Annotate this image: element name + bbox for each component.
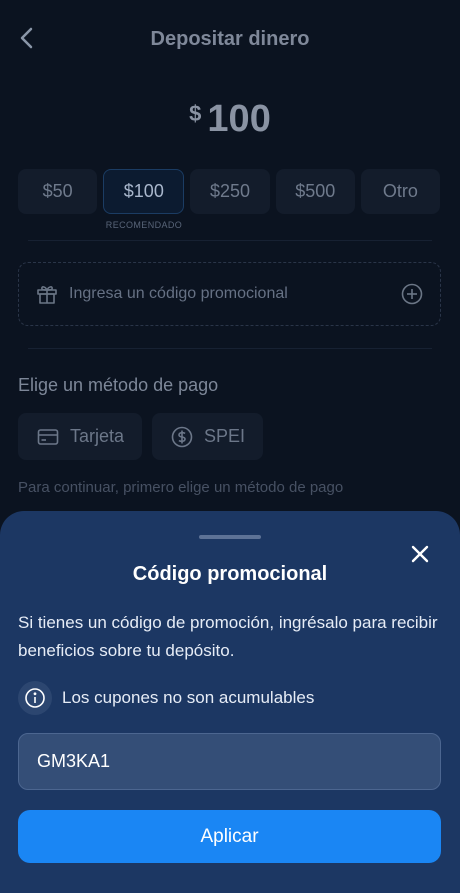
- payment-method-spei-label: SPEI: [204, 426, 246, 446]
- amount-chips: $50 $100 $250 $500 Otro: [18, 169, 441, 214]
- payment-method-card[interactable]: Tarjeta: [18, 413, 143, 460]
- header: Depositar dinero: [0, 0, 460, 80]
- divider: [28, 348, 432, 349]
- payment-hint: Para continuar, primero elige un método …: [18, 479, 344, 496]
- amount-chip-500[interactable]: $500: [275, 169, 355, 214]
- close-icon: [411, 545, 429, 563]
- gift-icon: [35, 282, 59, 306]
- deposit-page: Depositar dinero $100 $50 $100 $250 $500…: [0, 0, 460, 893]
- card-icon: [37, 428, 59, 445]
- amount-value: 100: [207, 98, 271, 140]
- promo-code-placeholder: Ingresa un código promocional: [69, 285, 288, 302]
- plus-circle-icon[interactable]: [400, 282, 424, 306]
- promo-code-input[interactable]: [18, 733, 441, 790]
- amount-chip-50[interactable]: $50: [18, 169, 98, 214]
- payment-method-title: Elige un método de pago: [18, 375, 219, 395]
- amount-display: $100: [0, 98, 460, 141]
- coupon-note-text: Los cupones no son acumulables: [62, 688, 315, 707]
- recommended-label: RECOMENDADO: [105, 220, 183, 230]
- info-icon: [18, 681, 52, 715]
- divider: [28, 240, 432, 241]
- apply-button[interactable]: Aplicar: [18, 810, 441, 863]
- promo-code-entry[interactable]: Ingresa un código promocional: [18, 262, 441, 326]
- sheet-description: Si tienes un código de promoción, ingrés…: [18, 613, 438, 660]
- amount-chip-other[interactable]: Otro: [360, 169, 441, 214]
- coupon-note: Los cupones no son acumulables: [18, 681, 314, 715]
- sheet-title: Código promocional: [132, 563, 328, 585]
- amount-chip-250[interactable]: $250: [190, 169, 270, 214]
- sheet-drag-handle[interactable]: [199, 535, 261, 539]
- page-title: Depositar dinero: [150, 28, 310, 50]
- payment-methods: Tarjeta SPEI: [18, 413, 264, 460]
- payment-method-card-label: Tarjeta: [70, 426, 125, 446]
- payment-method-spei[interactable]: SPEI: [152, 413, 264, 460]
- dollar-icon: [171, 426, 193, 447]
- amount-chip-100[interactable]: $100: [103, 169, 185, 214]
- promo-code-sheet: Código promocional Si tienes un código d…: [0, 511, 460, 893]
- currency-symbol: $: [189, 101, 202, 126]
